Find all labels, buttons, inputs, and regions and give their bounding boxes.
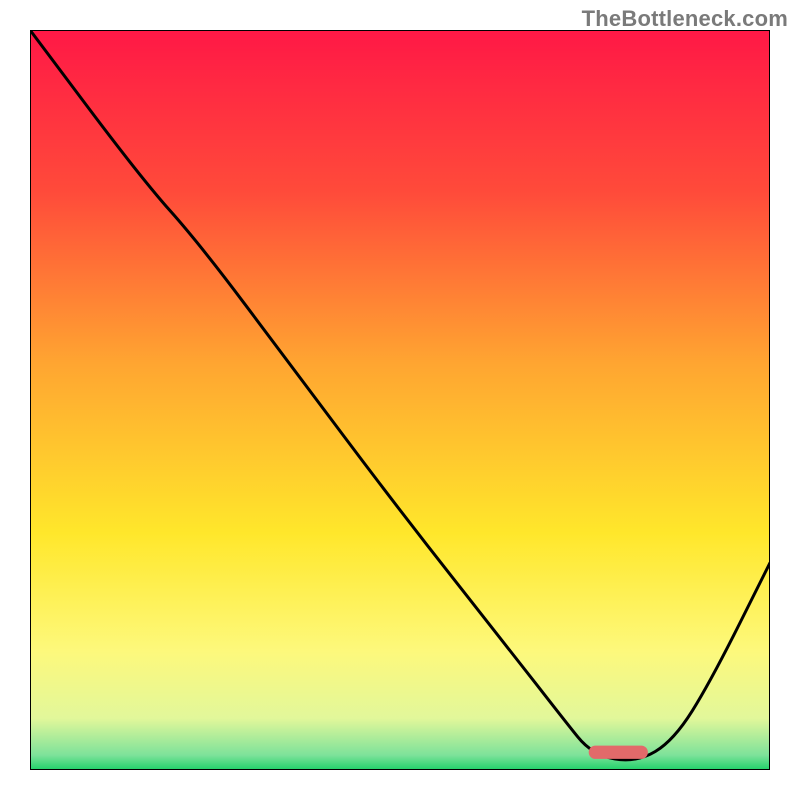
chart-background	[30, 30, 770, 770]
chart-svg	[30, 30, 770, 770]
optimal-range	[589, 746, 648, 759]
chart-container: TheBottleneck.com	[0, 0, 800, 800]
watermark-text: TheBottleneck.com	[582, 6, 788, 32]
chart-plot-area	[30, 30, 770, 770]
